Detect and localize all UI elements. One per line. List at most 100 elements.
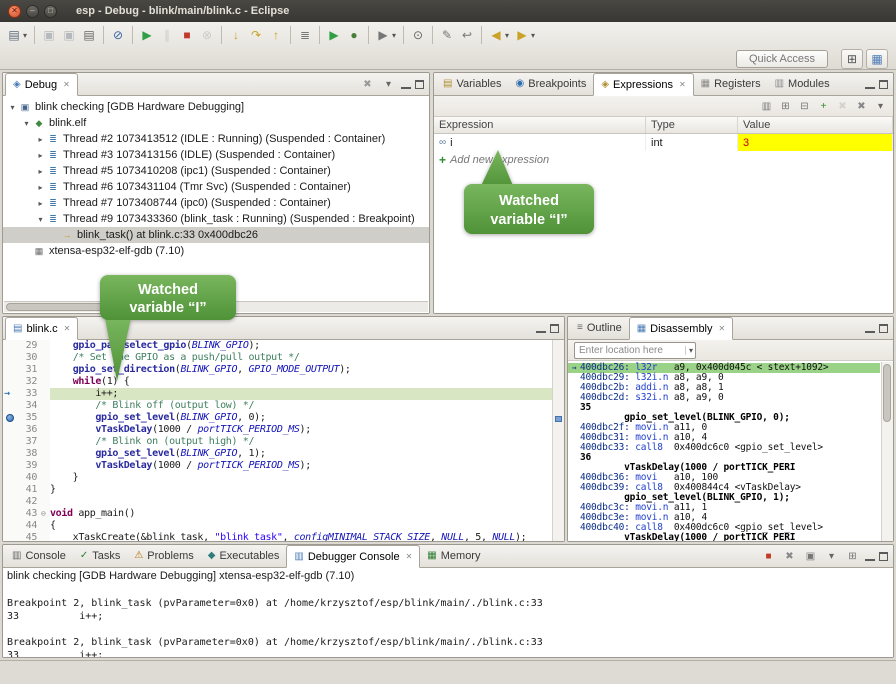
maximize-view-button[interactable]	[879, 552, 888, 561]
editor-annotation-ruler[interactable]	[3, 508, 17, 520]
editor-annotation-ruler[interactable]	[3, 424, 17, 436]
debug-perspective-icon[interactable]: ▦	[866, 49, 888, 69]
code-text[interactable]: gpio_set_level(BLINK_GPIO, 1);	[50, 448, 564, 460]
tab-tasks[interactable]: ✓Tasks	[73, 545, 128, 567]
step-into-icon[interactable]: ↓	[226, 25, 246, 45]
code-text[interactable]: void app_main()	[50, 508, 564, 520]
column-header-value[interactable]: Value	[738, 117, 893, 133]
maximize-view-button[interactable]	[879, 80, 888, 89]
editor-annotation-ruler[interactable]	[3, 352, 17, 364]
tab-debug[interactable]: ◈Debug✕	[5, 73, 78, 96]
breakpoint-icon[interactable]	[6, 414, 14, 422]
location-combo[interactable]: Enter location here ▾	[574, 342, 696, 359]
code-text[interactable]: }	[50, 472, 564, 484]
minimize-view-button[interactable]	[865, 552, 875, 561]
disassembly-scrollbar[interactable]	[881, 362, 893, 541]
editor-annotation-ruler[interactable]	[3, 412, 17, 424]
debug-tree-item[interactable]: ▸≣Thread #7 1073408744 (ipc0) (Suspended…	[3, 195, 429, 211]
quick-access-button[interactable]: Quick Access	[736, 50, 828, 68]
show-logical-structure-icon[interactable]: ⊞	[777, 98, 794, 114]
debug-tree-item[interactable]: ▾◆blink.elf	[3, 115, 429, 131]
tab-problems[interactable]: ⚠Problems	[127, 545, 200, 567]
tab-disassembly[interactable]: ▦Disassembly✕	[629, 317, 734, 340]
tab-debugger-console[interactable]: ▥Debugger Console✕	[286, 545, 420, 568]
display-selected-console-icon[interactable]: ▾	[823, 548, 840, 564]
code-text[interactable]: vTaskDelay(1000 / portTICK_PERIOD_MS);	[50, 424, 564, 436]
code-editor[interactable]: 29 gpio_pad_select_gpio(BLINK_GPIO);30 /…	[3, 340, 564, 541]
debug-tree-item[interactable]: ▸≣Thread #6 1073431104 (Tmr Svc) (Suspen…	[3, 179, 429, 195]
annotation-navigation-icon[interactable]: ✎	[437, 25, 457, 45]
editor-overview-ruler[interactable]	[552, 340, 564, 541]
terminate-icon[interactable]: ■	[177, 25, 197, 45]
minimize-view-button[interactable]	[401, 80, 411, 89]
code-text[interactable]: /* Blink off (output low) */	[50, 400, 564, 412]
window-close-button[interactable]: ✕	[8, 5, 21, 18]
window-maximize-button[interactable]: □	[44, 5, 57, 18]
fold-collapse-icon[interactable]: ⊖	[41, 508, 50, 520]
debug-tree-item[interactable]: ▾≣Thread #9 1073433360 (blink_task : Run…	[3, 211, 429, 227]
debug-tree-item[interactable]: ▸≣Thread #3 1073413156 (IDLE) (Suspended…	[3, 147, 429, 163]
close-tab-icon[interactable]: ✕	[64, 324, 71, 333]
expanded-arrow-icon[interactable]: ▾	[21, 119, 32, 128]
close-tab-icon[interactable]: ✕	[719, 324, 726, 333]
back-dropdown-icon[interactable]: ▾	[505, 31, 509, 40]
code-text[interactable]: xTaskCreate(&blink_task, "blink_task", c…	[50, 532, 564, 541]
column-header-expression[interactable]: Expression	[434, 117, 646, 133]
code-text[interactable]: }	[50, 484, 564, 496]
disassembly-line[interactable]: 400dbc33: call8 0x400dc6c0 <gpio_set_lev…	[568, 443, 880, 453]
close-tab-icon[interactable]: ✕	[63, 80, 70, 89]
save-all-icon[interactable]: ▣	[59, 25, 79, 45]
expanded-arrow-icon[interactable]: ▾	[35, 215, 46, 224]
save-icon[interactable]: ▣	[39, 25, 59, 45]
remove-expression-icon[interactable]: ✖	[834, 98, 851, 114]
editor-annotation-ruler[interactable]	[3, 520, 17, 532]
suspend-icon[interactable]: ∥	[157, 25, 177, 45]
tab-expressions[interactable]: ◈Expressions✕	[593, 73, 693, 96]
tab-variables[interactable]: ▤Variables	[436, 73, 509, 95]
skip-all-breakpoints-icon[interactable]: ⊘	[108, 25, 128, 45]
new-wizard-icon[interactable]: ▤	[4, 25, 24, 45]
debug-view-menu-icon[interactable]: ▾	[380, 76, 397, 92]
last-edit-location-icon[interactable]: ↩	[457, 25, 477, 45]
search-icon[interactable]: ⊙	[408, 25, 428, 45]
editor-annotation-ruler[interactable]: →	[3, 388, 17, 400]
editor-annotation-ruler[interactable]	[3, 484, 17, 496]
remove-all-terminated-icon[interactable]: ✖	[359, 76, 376, 92]
debug-tree-item[interactable]: →blink_task() at blink.c:33 0x400dbc26	[3, 227, 429, 243]
minimize-view-button[interactable]	[536, 324, 546, 333]
code-text[interactable]: {	[50, 520, 564, 532]
tab-executables[interactable]: ◆Executables	[201, 545, 287, 567]
instruction-stepping-icon[interactable]: ≣	[295, 25, 315, 45]
editor-annotation-ruler[interactable]	[3, 460, 17, 472]
code-text[interactable]	[50, 496, 564, 508]
forward-icon[interactable]: ▶	[512, 25, 532, 45]
scrollbar-thumb[interactable]	[883, 364, 891, 422]
maximize-view-button[interactable]	[879, 324, 888, 333]
minimize-view-button[interactable]	[865, 80, 875, 89]
editor-annotation-ruler[interactable]	[3, 496, 17, 508]
maximize-view-button[interactable]	[415, 80, 424, 89]
location-combo-dropdown-icon[interactable]: ▾	[685, 346, 693, 355]
print-icon[interactable]: ▤	[79, 25, 99, 45]
expanded-arrow-icon[interactable]: ▾	[7, 103, 18, 112]
external-tools-dropdown-icon[interactable]: ▾	[392, 31, 396, 40]
tab-outline[interactable]: ≡Outline	[570, 317, 629, 339]
code-text[interactable]: i++;	[50, 388, 564, 400]
pin-console-icon[interactable]: ▣	[802, 548, 819, 564]
close-tab-icon[interactable]: ✕	[406, 552, 413, 561]
collapsed-arrow-icon[interactable]: ▸	[35, 151, 46, 160]
external-tools-icon[interactable]: ▶	[373, 25, 393, 45]
overview-annotation-mark[interactable]	[555, 416, 562, 422]
tab-blink-c[interactable]: ▤blink.c✕	[5, 317, 78, 340]
debug-tree-item[interactable]: ▾▣blink checking [GDB Hardware Debugging…	[3, 99, 429, 115]
expressions-view-menu-icon[interactable]: ▾	[872, 98, 889, 114]
editor-annotation-ruler[interactable]	[3, 340, 17, 352]
tab-memory[interactable]: ▦Memory	[420, 545, 487, 567]
open-perspective-icon[interactable]: ⊞	[841, 49, 863, 69]
debug-tree-item[interactable]: ▸≣Thread #5 1073410208 (ipc1) (Suspended…	[3, 163, 429, 179]
terminate-console-icon[interactable]: ■	[760, 548, 777, 564]
editor-annotation-ruler[interactable]	[3, 436, 17, 448]
tab-modules[interactable]: ▥Modules	[768, 73, 837, 95]
collapsed-arrow-icon[interactable]: ▸	[35, 135, 46, 144]
step-over-icon[interactable]: ↷	[246, 25, 266, 45]
